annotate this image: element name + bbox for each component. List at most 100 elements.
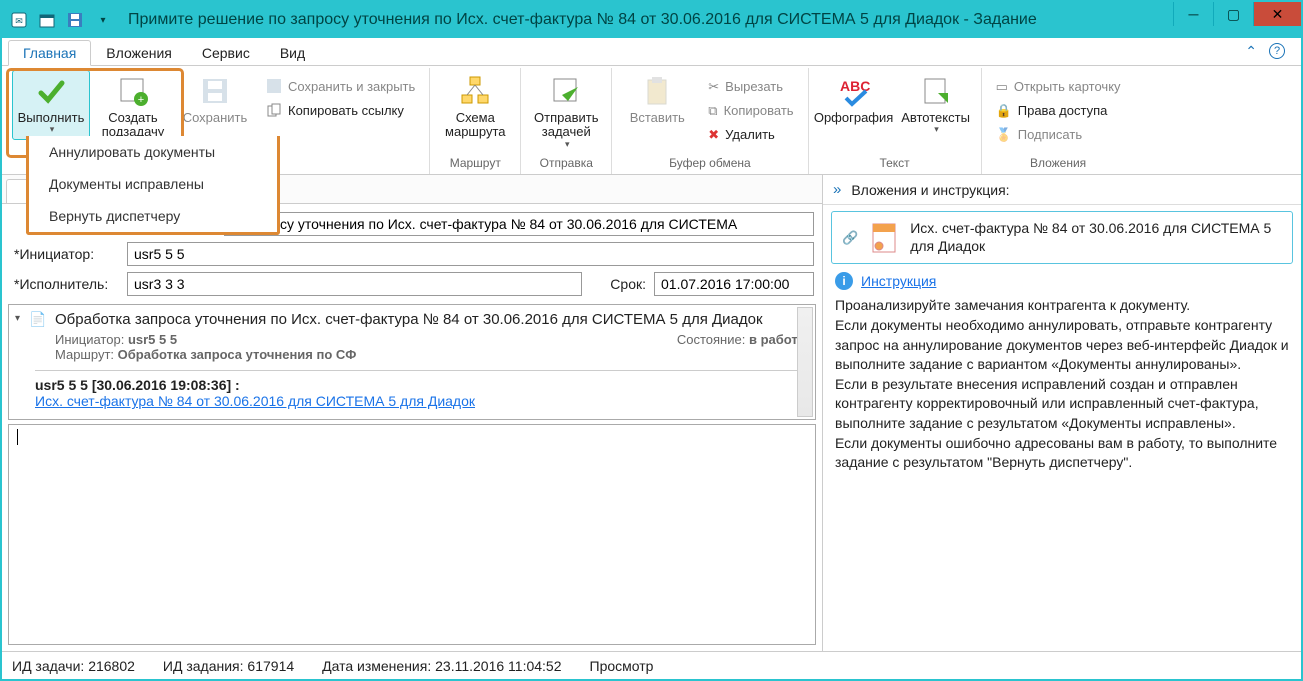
subtask-icon: + bbox=[117, 75, 149, 107]
deadline-input[interactable] bbox=[654, 272, 814, 296]
maximize-button[interactable]: ▢ bbox=[1213, 2, 1253, 26]
group-attachments-label: Вложения bbox=[1030, 154, 1086, 172]
titlebar: ✉ ▾ Примите решение по запросу уточнения… bbox=[2, 2, 1301, 38]
instruction-link[interactable]: Инструкция bbox=[861, 273, 936, 289]
copy-label: Копировать bbox=[724, 104, 794, 117]
medal-icon: 🏅 bbox=[996, 128, 1012, 141]
delete-label: Удалить bbox=[725, 128, 775, 141]
route-label: Схема маршрута bbox=[439, 111, 511, 140]
menu-tab-view[interactable]: Вид bbox=[265, 40, 320, 66]
route-icon bbox=[459, 75, 491, 107]
paste-button: Вставить bbox=[618, 70, 696, 130]
dropdown-item-docs-fixed[interactable]: Документы исправлены bbox=[29, 168, 277, 200]
svg-text:+: + bbox=[138, 94, 144, 106]
window-title: Примите решение по запросу уточнения по … bbox=[114, 11, 1301, 29]
subject-input[interactable] bbox=[224, 212, 814, 236]
menu-tab-main[interactable]: Главная bbox=[8, 40, 91, 66]
route-route-val: Обработка запроса уточнения по СФ bbox=[118, 347, 357, 362]
main-pane: ие *Инициатор: *Исполнитель: Срок: ▾ 📄 О… bbox=[2, 175, 823, 651]
status-taskid: 216802 bbox=[88, 658, 135, 674]
open-card-button: ▭ Открыть карточку bbox=[988, 74, 1129, 98]
status-taskid-label: ИД задачи: bbox=[12, 658, 84, 674]
dropdown-item-cancel-docs[interactable]: Аннулировать документы bbox=[29, 136, 277, 168]
copy-button: ⧉ Копировать bbox=[700, 98, 801, 122]
copy-link-button[interactable]: Копировать ссылку bbox=[258, 98, 412, 122]
execute-button[interactable]: Выполнить ▾ bbox=[12, 70, 90, 140]
performer-label: *Исполнитель: bbox=[14, 276, 119, 292]
spell-label: Орфография bbox=[814, 111, 893, 125]
card-icon: ▭ bbox=[996, 80, 1008, 93]
chevron-down-icon: ▾ bbox=[50, 125, 55, 135]
cut-label: Вырезать bbox=[725, 80, 783, 93]
help-icon[interactable]: ? bbox=[1269, 43, 1285, 59]
lock-icon: 🔒 bbox=[996, 104, 1012, 117]
save-button: Сохранить bbox=[176, 70, 254, 130]
route-initiator-val: usr5 5 5 bbox=[128, 332, 177, 347]
message-link[interactable]: Исх. счет-фактура № 84 от 30.06.2016 для… bbox=[35, 393, 475, 409]
menu-tab-attachments[interactable]: Вложения bbox=[91, 40, 187, 66]
spellcheck-button[interactable]: ABC Орфография bbox=[815, 70, 893, 130]
route-block: ▾ 📄 Обработка запроса уточнения по Исх. … bbox=[8, 304, 816, 420]
open-card-label: Открыть карточку bbox=[1014, 80, 1121, 93]
route-state-label: Состояние: bbox=[677, 332, 745, 347]
sign-button: 🏅 Подписать bbox=[988, 122, 1091, 146]
message-textarea[interactable] bbox=[8, 424, 816, 645]
floppy-icon bbox=[199, 75, 231, 107]
dropdown-item-return-dispatcher[interactable]: Вернуть диспетчеру bbox=[29, 200, 277, 232]
side-title: Вложения и инструкция: bbox=[851, 182, 1009, 198]
chevron-down-icon: ▾ bbox=[934, 125, 939, 135]
qat-calendar-icon[interactable] bbox=[36, 9, 58, 31]
delete-button[interactable]: ✖ Удалить bbox=[700, 122, 783, 146]
minimize-button[interactable]: ─ bbox=[1173, 2, 1213, 26]
route-schema-button[interactable]: Схема маршрута bbox=[436, 70, 514, 145]
deadline-label: Срок: bbox=[590, 276, 646, 292]
side-pane: » Вложения и инструкция: 🔗 Исх. счет-фак… bbox=[823, 175, 1301, 651]
document-icon bbox=[870, 222, 898, 254]
send-as-task-button[interactable]: Отправить задачей ▾ bbox=[527, 70, 605, 154]
cut-button: ✂ Вырезать bbox=[700, 74, 791, 98]
create-subtask-button[interactable]: + Создать подзадачу bbox=[94, 70, 172, 145]
route-scrollbar[interactable] bbox=[797, 307, 813, 417]
qat-dropdown-icon[interactable]: ▾ bbox=[92, 9, 114, 31]
copy-link-label: Копировать ссылку bbox=[288, 104, 404, 117]
route-initiator-label: Инициатор: bbox=[55, 332, 124, 347]
autotext-icon bbox=[920, 75, 952, 107]
instruction-text: Проанализируйте замечания контрагента к … bbox=[823, 296, 1301, 478]
group-route-label: Маршрут bbox=[450, 154, 501, 172]
close-button[interactable]: ✕ bbox=[1253, 2, 1301, 26]
status-jobid: 617914 bbox=[247, 658, 294, 674]
qat-save-icon[interactable] bbox=[64, 9, 86, 31]
ribbon: Выполнить ▾ + Создать подзадачу Сохранит… bbox=[2, 66, 1301, 175]
ribbon-collapse-icon[interactable]: ⌃ bbox=[1245, 43, 1257, 60]
status-bar: ИД задачи: 216802 ИД задания: 617914 Дат… bbox=[2, 651, 1301, 679]
group-text-label: Текст bbox=[879, 154, 909, 172]
status-jobid-label: ИД задания: bbox=[163, 658, 244, 674]
autotext-button[interactable]: Автотексты ▾ bbox=[897, 70, 975, 140]
qat-app-icon: ✉ bbox=[8, 9, 30, 31]
save-close-label: Сохранить и закрыть bbox=[288, 80, 415, 93]
delete-icon: ✖ bbox=[708, 128, 719, 141]
chevron-down-icon: ▾ bbox=[565, 140, 570, 150]
group-clipboard-label: Буфер обмена bbox=[669, 154, 751, 172]
expand-icon[interactable]: » bbox=[833, 181, 841, 198]
status-modified-label: Дата изменения: bbox=[322, 658, 431, 674]
save-close-button: Сохранить и закрыть bbox=[258, 74, 423, 98]
menu-tab-service[interactable]: Сервис bbox=[187, 40, 265, 66]
link-icon: 🔗 bbox=[842, 230, 858, 246]
initiator-input[interactable] bbox=[127, 242, 814, 266]
paste-label: Вставить bbox=[630, 111, 685, 125]
route-title: Обработка запроса уточнения по Исх. счет… bbox=[55, 311, 805, 328]
access-label: Права доступа bbox=[1018, 104, 1108, 117]
status-mode: Просмотр bbox=[590, 658, 654, 674]
scissors-icon: ✂ bbox=[708, 80, 719, 93]
performer-input[interactable] bbox=[127, 272, 582, 296]
collapse-icon[interactable]: ▾ bbox=[15, 313, 20, 324]
sign-label: Подписать bbox=[1018, 128, 1082, 141]
execute-dropdown: Аннулировать документы Документы исправл… bbox=[26, 136, 280, 235]
access-rights-button[interactable]: 🔒 Права доступа bbox=[988, 98, 1116, 122]
menubar: Главная Вложения Сервис Вид ⌃ ? bbox=[2, 38, 1301, 66]
check-icon bbox=[35, 75, 67, 107]
attachment-row[interactable]: 🔗 Исх. счет-фактура № 84 от 30.06.2016 д… bbox=[831, 211, 1293, 264]
task-icon: 📄 bbox=[29, 311, 46, 328]
svg-text:✉: ✉ bbox=[15, 16, 23, 26]
